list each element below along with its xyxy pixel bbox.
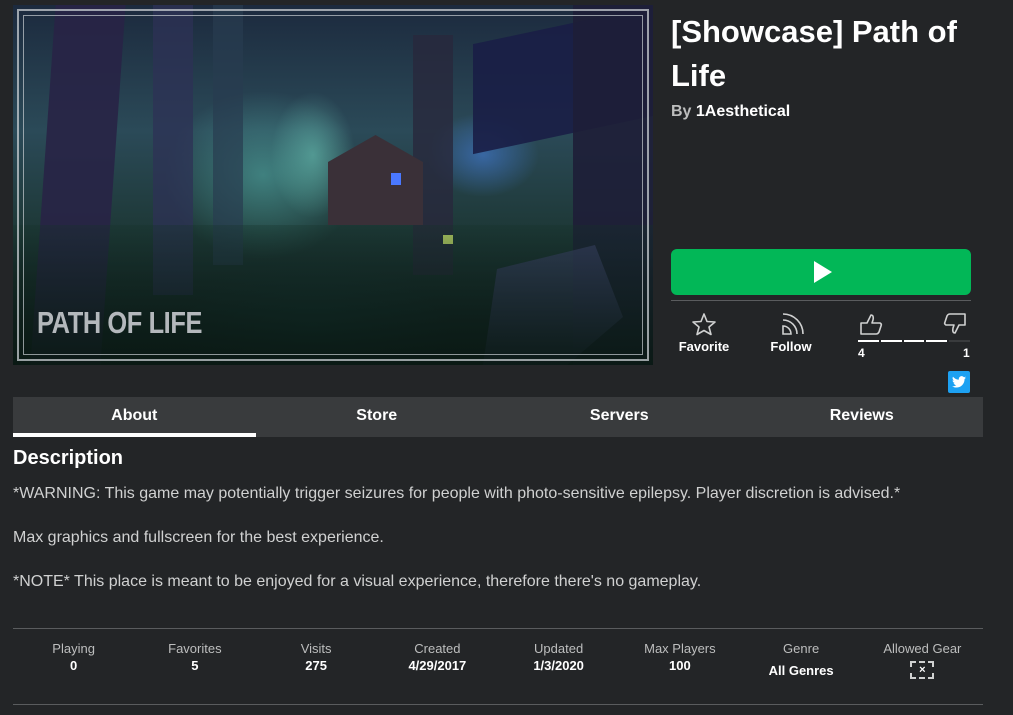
thumbs-up-icon: [860, 314, 883, 335]
creator-byline: By 1Aesthetical: [671, 103, 790, 121]
tab-servers[interactable]: Servers: [498, 397, 741, 437]
tab-about[interactable]: About: [13, 397, 256, 437]
play-icon: [814, 261, 832, 283]
upvote-button[interactable]: [858, 312, 884, 341]
rss-follow-icon: [782, 313, 804, 335]
stat-label: Created: [414, 641, 461, 656]
stat-label: Favorites: [168, 641, 222, 656]
vote-bar-positive-segment: [858, 340, 879, 342]
stat-max-players: Max Players 100: [619, 641, 740, 679]
stat-label: Allowed Gear: [883, 641, 962, 656]
stat-value: 5: [191, 658, 199, 673]
follow-button[interactable]: Follow: [756, 312, 826, 354]
follow-label: Follow: [770, 339, 812, 354]
stat-value: 1/3/2020: [533, 658, 584, 673]
star-icon: [692, 313, 716, 336]
stat-genre: Genre All Genres: [741, 641, 862, 679]
stat-value: 4/29/2017: [408, 658, 467, 673]
description-heading: Description: [13, 447, 124, 469]
thumbnail-frame-inner: [23, 15, 643, 355]
stat-created: Created 4/29/2017: [377, 641, 498, 679]
downvote-button[interactable]: [942, 312, 968, 341]
thumbnail-logo-text: PATH OF LIFE: [37, 305, 203, 340]
description-paragraph: Max graphics and fullscreen for the best…: [13, 529, 384, 546]
vote-bar-positive-segment: [926, 340, 948, 342]
tab-reviews[interactable]: Reviews: [741, 397, 984, 437]
twitter-share-button[interactable]: [948, 371, 970, 393]
stat-updated: Updated 1/3/2020: [498, 641, 619, 679]
stat-label: Genre: [783, 641, 820, 656]
downvote-count: 1: [963, 346, 970, 360]
no-gear-icon: ×: [910, 661, 935, 679]
description-paragraph: *NOTE* This place is meant to be enjoyed…: [13, 573, 702, 590]
vote-bar-positive-segment: [880, 340, 902, 342]
tab-store[interactable]: Store: [256, 397, 499, 437]
game-title: [Showcase] Path of Life: [671, 14, 957, 93]
stat-value: 100: [669, 658, 691, 673]
vote-bar-positive-segment: [903, 340, 925, 342]
stat-playing: Playing 0: [13, 641, 134, 679]
favorite-button[interactable]: Favorite: [669, 312, 739, 354]
stat-label: Updated: [534, 641, 584, 656]
upvote-count: 4: [858, 346, 865, 360]
stat-label: Playing: [52, 641, 95, 656]
stat-visits: Visits 275: [256, 641, 377, 679]
tab-bar: About Store Servers Reviews: [13, 397, 983, 437]
by-prefix: By: [671, 103, 692, 120]
play-button[interactable]: [671, 249, 971, 295]
divider: [671, 300, 971, 301]
thumbs-down-icon: [943, 313, 966, 334]
stat-label: Visits: [300, 641, 332, 656]
game-thumbnail[interactable]: PATH OF LIFE: [13, 5, 653, 365]
favorite-label: Favorite: [678, 339, 730, 354]
divider: [13, 628, 983, 629]
game-stats: Playing 0 Favorites 5 Visits 275 Created…: [13, 641, 983, 679]
stat-allowed-gear: Allowed Gear ×: [862, 641, 983, 679]
stat-favorites: Favorites 5: [134, 641, 255, 679]
stat-value: 0: [70, 658, 78, 673]
description-body: *WARNING: This game may potentially trig…: [13, 483, 983, 615]
stat-label: Max Players: [644, 641, 716, 656]
twitter-icon: [952, 376, 966, 388]
vote-bar-negative-segment: [949, 340, 970, 342]
stat-value: 275: [305, 658, 327, 673]
creator-link[interactable]: 1Aesthetical: [696, 103, 790, 120]
vote-ratio-bar: [858, 340, 970, 343]
divider: [13, 704, 983, 705]
description-paragraph: *WARNING: This game may potentially trig…: [13, 485, 901, 502]
genre-link[interactable]: All Genres: [741, 663, 862, 678]
